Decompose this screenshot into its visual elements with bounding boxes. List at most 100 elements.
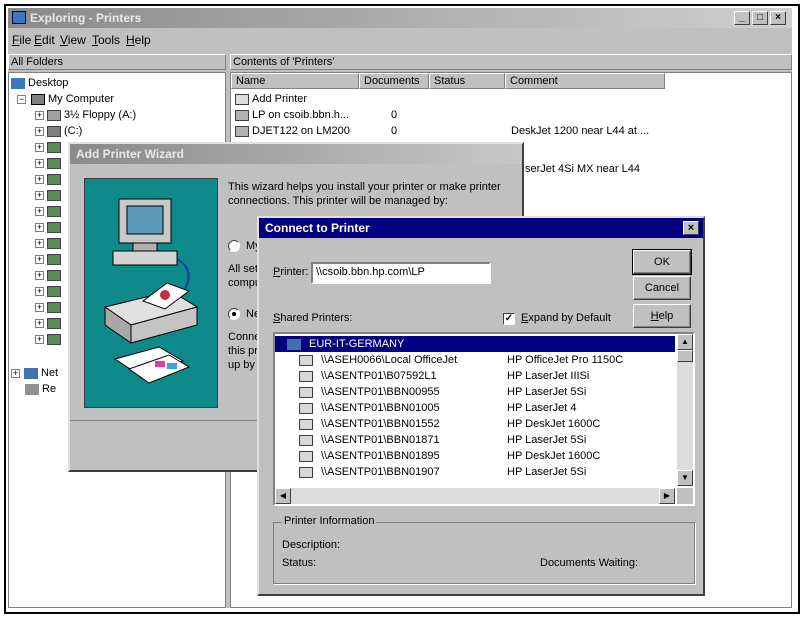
close-button[interactable]: × <box>770 11 786 25</box>
scroll-up-button[interactable]: ▲ <box>677 334 693 350</box>
tree-item-network-share[interactable] <box>47 235 64 251</box>
expand-toggle[interactable]: + <box>35 143 44 152</box>
tree-item-network-share[interactable] <box>47 187 64 203</box>
scroll-right-button[interactable]: ▶ <box>659 488 675 504</box>
tree-item-c-drive[interactable]: (C:) <box>47 123 82 139</box>
explorer-title: Exploring - Printers <box>30 11 142 25</box>
expand-toggle[interactable]: + <box>35 111 44 120</box>
all-folders-header: All Folders <box>8 54 226 70</box>
printer-path-input[interactable]: \\csoib.bbn.hp.com\LP <box>311 262 491 284</box>
maximize-button[interactable]: □ <box>752 11 768 25</box>
tree-item-network-share[interactable] <box>47 267 64 283</box>
expand-toggle[interactable]: + <box>35 303 44 312</box>
radio-option-2[interactable] <box>228 308 240 320</box>
dialog-close-button[interactable]: × <box>683 221 699 235</box>
ok-button[interactable]: OK <box>632 249 692 275</box>
tree-item-floppy[interactable]: 3½ Floppy (A:) <box>47 107 136 123</box>
expand-toggle[interactable]: + <box>35 287 44 296</box>
wizard-illustration <box>84 178 218 408</box>
wizard-text-fragment: Conne <box>228 331 261 343</box>
scroll-thumb[interactable] <box>677 350 693 362</box>
tree-item-desktop[interactable]: Desktop <box>11 75 68 91</box>
tree-item-recycle-bin[interactable]: Re <box>25 381 56 397</box>
shared-printer-row[interactable]: \\ASENTP01\BBN00955 HP LaserJet 5Si <box>275 384 675 400</box>
expand-toggle[interactable]: + <box>35 319 44 328</box>
printer-path: \\ASEH0066\Local OfficeJet <box>321 354 458 366</box>
tree-item-network-share[interactable] <box>47 171 64 187</box>
wizard-titlebar[interactable]: Add Printer Wizard <box>70 144 522 164</box>
menu-file[interactable]: File <box>12 33 31 47</box>
shared-printer-row[interactable]: \\ASEH0066\Local OfficeJet HP OfficeJet P… <box>275 352 675 368</box>
col-documents[interactable]: Documents <box>359 73 429 89</box>
list-item-add-printer[interactable]: Add Printer <box>235 91 307 107</box>
tree-item-network-share[interactable] <box>47 219 64 235</box>
shared-printer-row[interactable]: \\ASENTP01\BBN01895 HP DeskJet 1600C <box>275 448 675 464</box>
expand-toggle[interactable]: + <box>35 335 44 344</box>
printer-path: \\ASENTP01\B07592L1 <box>321 370 437 382</box>
expand-toggle[interactable]: + <box>35 127 44 136</box>
collapse-toggle[interactable]: − <box>17 95 26 104</box>
expand-toggle[interactable]: + <box>35 159 44 168</box>
scroll-down-button[interactable]: ▼ <box>677 470 693 486</box>
radio-option-1[interactable] <box>228 240 240 252</box>
dialog-titlebar[interactable]: Connect to Printer × <box>259 218 703 238</box>
shared-printer-row[interactable]: \\ASENTP01\BBN01871 HP LaserJet 5Si <box>275 432 675 448</box>
expand-toggle[interactable]: + <box>35 271 44 280</box>
tree-item-network-share[interactable] <box>47 139 64 155</box>
vertical-scrollbar[interactable]: ▲ ▼ <box>677 334 693 486</box>
printer-model: HP LaserJet 5Si <box>507 434 587 446</box>
shared-printer-row[interactable]: \\ASENTP01\BBN01005 HP LaserJet 4 <box>275 400 675 416</box>
expand-by-default-label: Expand by Default <box>521 312 611 324</box>
tree-item-network-share[interactable] <box>47 203 64 219</box>
expand-toggle[interactable]: + <box>35 175 44 184</box>
printer-path: \\ASENTP01\BBN01552 <box>321 418 440 430</box>
printer-icon <box>299 466 313 478</box>
shared-printer-row[interactable]: \\ASENTP01\BBN01907 HP LaserJet 5Si <box>275 464 675 480</box>
menu-view[interactable]: View <box>60 33 86 47</box>
list-item-printer[interactable]: LP on csoib.bbn.h... <box>235 107 349 123</box>
documents-waiting-label: Documents Waiting: <box>540 557 639 569</box>
explorer-titlebar[interactable]: Exploring - Printers _ □ × <box>8 8 792 28</box>
expand-toggle[interactable]: + <box>35 255 44 264</box>
printer-icon <box>299 418 313 430</box>
col-name[interactable]: Name <box>231 73 359 89</box>
printer-path: \\ASENTP01\BBN00955 <box>321 386 440 398</box>
expand-toggle[interactable]: + <box>35 191 44 200</box>
expand-by-default-checkbox[interactable]: ✓ <box>503 313 515 325</box>
tree-item-network-share[interactable] <box>47 315 64 331</box>
expand-toggle[interactable]: + <box>35 223 44 232</box>
tree-item-network-share[interactable] <box>47 299 64 315</box>
share-icon <box>47 221 61 233</box>
expand-toggle[interactable]: + <box>35 239 44 248</box>
shared-printer-row[interactable]: \\ASENTP01\BBN01552 HP DeskJet 1600C <box>275 416 675 432</box>
cancel-button[interactable]: Cancel <box>633 276 691 300</box>
menu-tools[interactable]: Tools <box>92 33 120 47</box>
expand-toggle[interactable]: + <box>11 369 20 378</box>
col-status[interactable]: Status <box>429 73 505 89</box>
share-icon <box>47 205 61 217</box>
tree-item-network-share[interactable] <box>47 155 64 171</box>
menu-help[interactable]: Help <box>126 33 151 47</box>
tree-item-network-share[interactable] <box>47 331 64 347</box>
printer-model: HP LaserJet IIISi <box>507 370 590 382</box>
printer-information-title: Printer Information <box>282 515 377 527</box>
network-group-item[interactable]: EUR-IT-GERMANY <box>275 336 675 352</box>
printer-model: HP DeskJet 1600C <box>507 418 601 430</box>
shared-printer-row[interactable]: \\ASENTP01\B07592L1 HP LaserJet IIISi <box>275 368 675 384</box>
help-button[interactable]: Help <box>633 304 691 328</box>
tree-item-my-computer[interactable]: My Computer <box>31 91 114 107</box>
printer-path: \\ASENTP01\BBN01005 <box>321 402 440 414</box>
list-item-printer[interactable]: DJET122 on LM200 <box>235 123 350 139</box>
tree-item-network-share[interactable] <box>47 283 64 299</box>
horizontal-scrollbar[interactable]: ◀ ▶ <box>275 488 675 504</box>
shared-printers-list[interactable]: EUR-IT-GERMANY \\ASEH0066\Local OfficeJe… <box>273 332 695 506</box>
expand-toggle[interactable]: + <box>35 207 44 216</box>
scroll-left-button[interactable]: ◀ <box>275 488 291 504</box>
minimize-button[interactable]: _ <box>734 11 750 25</box>
tree-item-network-share[interactable] <box>47 251 64 267</box>
menu-edit[interactable]: Edit <box>34 33 55 47</box>
col-comment[interactable]: Comment <box>505 73 665 89</box>
tree-item-network[interactable]: + Net <box>11 365 58 381</box>
contents-header: Contents of 'Printers' <box>230 54 792 70</box>
printer-comment: serJet 4Si MX near L44 <box>525 163 640 175</box>
